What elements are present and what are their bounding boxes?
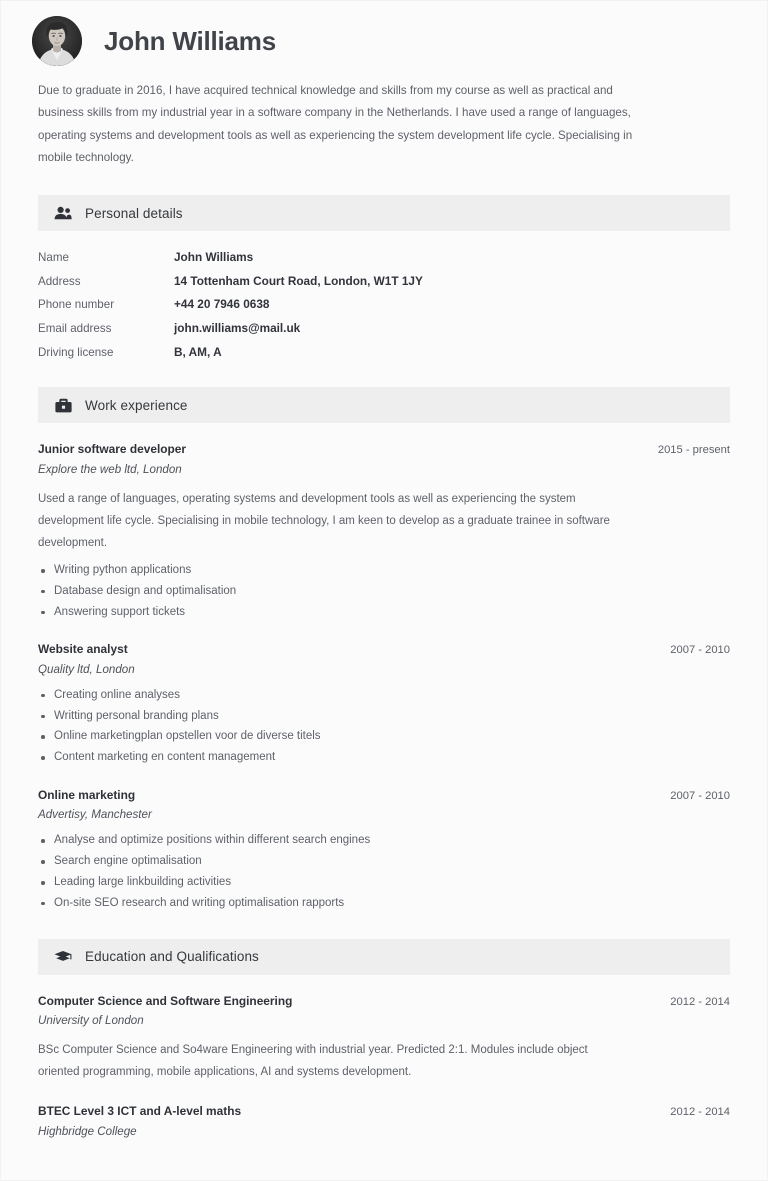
detail-row: Phone number +44 20 7946 0638 bbox=[38, 296, 730, 314]
list-item: On-site SEO research and writing optimal… bbox=[38, 895, 730, 913]
entry-header: Online marketing 2007 - 2010 bbox=[38, 787, 730, 804]
detail-row: Email address john.williams@mail.uk bbox=[38, 320, 730, 338]
profile-summary: Due to graduate in 2016, I have acquired… bbox=[38, 84, 633, 164]
people-icon bbox=[54, 204, 72, 222]
entry-date: 2007 - 2010 bbox=[670, 644, 730, 657]
entry-header: Computer Science and Software Engineerin… bbox=[38, 993, 730, 1010]
entry-header: Junior software developer 2015 - present bbox=[38, 441, 730, 458]
entry-date: 2012 - 2014 bbox=[670, 1106, 730, 1119]
list-item: Analyse and optimize positions within di… bbox=[38, 832, 730, 850]
list-item: Answering support tickets bbox=[38, 604, 730, 622]
list-item: Writing python applications bbox=[38, 562, 730, 580]
experience-entry: Junior software developer 2015 - present… bbox=[38, 441, 730, 621]
resume-page: John Williams Due to graduate in 2016, I… bbox=[0, 0, 768, 1181]
entry-bullet-list: Analyse and optimize positions within di… bbox=[38, 832, 730, 912]
list-item: Online marketingplan opstellen voor de d… bbox=[38, 728, 730, 746]
detail-row: Name John Williams bbox=[38, 249, 730, 267]
experience-entry: Online marketing 2007 - 2010 Advertisy, … bbox=[38, 787, 730, 913]
section-title: Education and Qualifications bbox=[85, 949, 259, 965]
section-header-work-experience: Work experience bbox=[38, 387, 730, 424]
section-header-education: Education and Qualifications bbox=[38, 938, 730, 975]
entry-subtitle: Quality ltd, London bbox=[38, 662, 135, 676]
entry-subtitle: Advertisy, Manchester bbox=[38, 808, 152, 822]
list-item: Content marketing en content management bbox=[38, 749, 730, 767]
entry-bullet-list: Creating online analyses Writting person… bbox=[38, 687, 730, 767]
entry-subtitle: Explore the web ltd, London bbox=[38, 462, 182, 476]
list-item: Writting personal branding plans bbox=[38, 708, 730, 726]
detail-label: Email address bbox=[38, 322, 112, 336]
page-title: John Williams bbox=[104, 25, 276, 56]
entry-description: BSc Computer Science and So4ware Enginee… bbox=[38, 1044, 588, 1079]
section-header-personal-details: Personal details bbox=[38, 195, 730, 231]
list-item: Database design and optimalisation bbox=[38, 583, 730, 601]
detail-row: Driving license B, AM, A bbox=[38, 344, 730, 362]
entry-title: Junior software developer bbox=[38, 442, 187, 457]
entry-title: Website analyst bbox=[38, 642, 128, 657]
detail-label: Driving license bbox=[38, 345, 114, 359]
personal-details-list: Name John Williams Address 14 Tottenham … bbox=[38, 249, 730, 361]
education-entry: BTEC Level 3 ICT and A-level maths 2012 … bbox=[38, 1103, 730, 1140]
avatar bbox=[32, 16, 82, 66]
resume-header: John Williams bbox=[0, 0, 768, 66]
education-entries: Computer Science and Software Engineerin… bbox=[38, 993, 730, 1141]
detail-row: Address 14 Tottenham Court Road, London,… bbox=[38, 273, 730, 291]
list-item: Leading large linkbuilding activities bbox=[38, 874, 730, 892]
entry-subtitle: Highbridge College bbox=[38, 1124, 137, 1138]
section-title: Personal details bbox=[85, 205, 183, 221]
entry-subtitle: University of London bbox=[38, 1013, 144, 1027]
detail-value: 14 Tottenham Court Road, London, W1T 1JY bbox=[174, 273, 423, 288]
entry-title: Online marketing bbox=[38, 788, 136, 803]
detail-value: +44 20 7946 0638 bbox=[174, 297, 270, 312]
section-title: Work experience bbox=[85, 397, 188, 413]
entry-header: BTEC Level 3 ICT and A-level maths 2012 … bbox=[38, 1103, 730, 1120]
entry-bullet-list: Writing python applications Database des… bbox=[38, 562, 730, 621]
detail-label: Phone number bbox=[38, 298, 115, 312]
detail-label: Address bbox=[38, 274, 81, 288]
work-experience-entries: Junior software developer 2015 - present… bbox=[38, 441, 730, 912]
entry-description: Used a range of languages, operating sys… bbox=[38, 492, 610, 549]
detail-label: Name bbox=[38, 251, 69, 264]
list-item: Creating online analyses bbox=[38, 687, 730, 705]
entry-header: Website analyst 2007 - 2010 bbox=[38, 641, 730, 658]
entry-date: 2015 - present bbox=[657, 444, 730, 457]
graduation-cap-icon bbox=[54, 948, 72, 966]
education-entry: Computer Science and Software Engineerin… bbox=[38, 993, 730, 1084]
entry-date: 2007 - 2010 bbox=[670, 790, 730, 803]
briefcase-icon bbox=[54, 396, 72, 414]
entry-date: 2012 - 2014 bbox=[670, 995, 730, 1008]
detail-value: B, AM, A bbox=[174, 344, 222, 359]
detail-value: John Williams bbox=[174, 250, 254, 264]
entry-title: BTEC Level 3 ICT and A-level maths bbox=[38, 1104, 242, 1119]
detail-value: john.williams@mail.uk bbox=[174, 321, 301, 336]
experience-entry: Website analyst 2007 - 2010 Quality ltd,… bbox=[38, 641, 730, 767]
entry-title: Computer Science and Software Engineerin… bbox=[38, 993, 293, 1008]
list-item: Search engine optimalisation bbox=[38, 853, 730, 871]
